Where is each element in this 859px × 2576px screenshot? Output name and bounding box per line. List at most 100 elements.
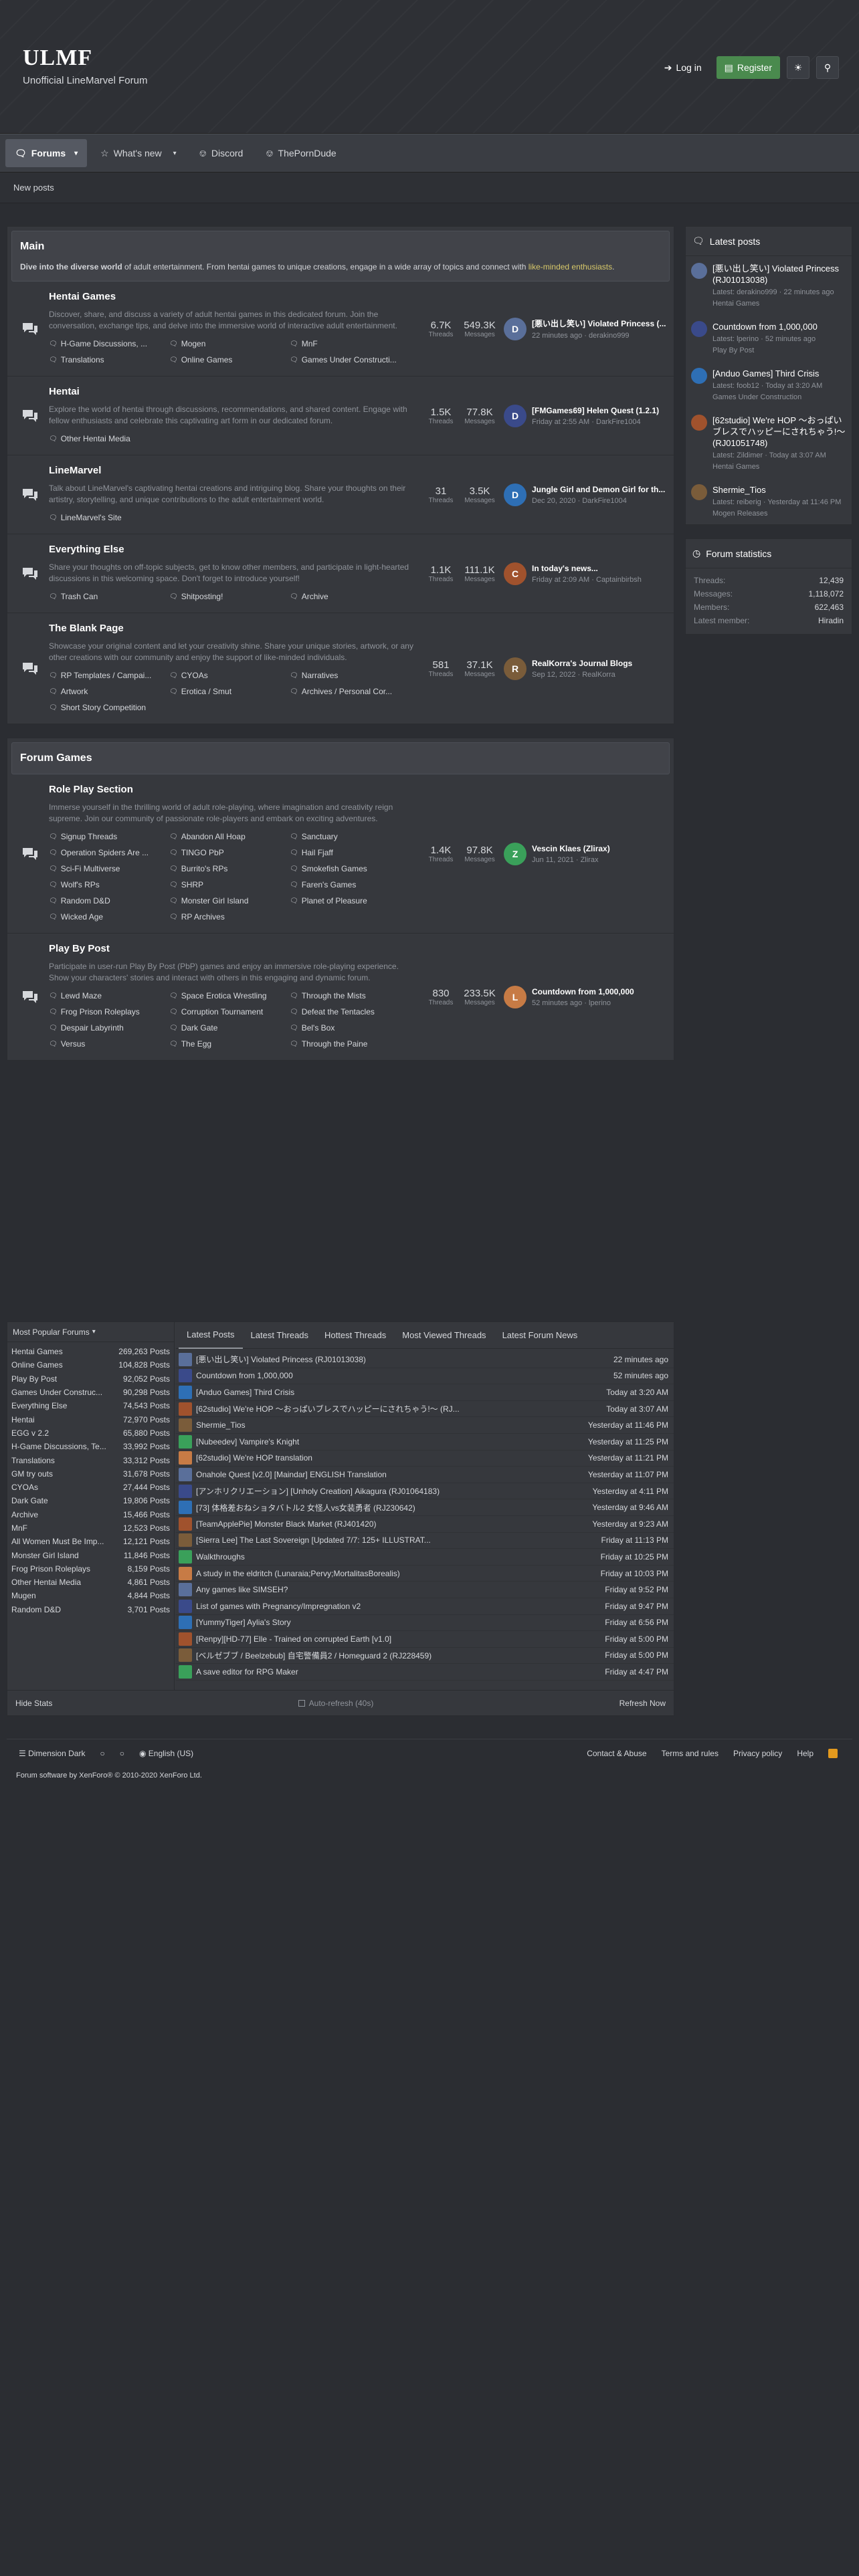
thread-title[interactable]: [73] 体格差おねショタバトル2 女怪人vs女装勇者 (RJ230642) [196, 1502, 575, 1513]
subforum-link[interactable]: 🗨 Short Story Competition [49, 701, 169, 714]
avatar[interactable] [179, 1616, 192, 1630]
forum-title[interactable]: Role Play Section [49, 784, 419, 795]
subforum-link[interactable]: 🗨 Archives / Personal Cor... [290, 685, 410, 698]
last-post-user[interactable]: lperino [589, 999, 611, 1007]
popular-forum-name[interactable]: Translations [11, 1456, 55, 1465]
avatar[interactable] [179, 1583, 192, 1597]
popular-forum-row[interactable]: Games Under Construc... 90,298 Posts [7, 1386, 174, 1399]
avatar[interactable] [179, 1566, 192, 1580]
thread-row[interactable]: [62studio] We're HOP translation Yesterda… [176, 1451, 674, 1467]
category-title[interactable]: Forum Games [20, 752, 661, 764]
subforum-link[interactable]: 🗨 Through the Paine [290, 1037, 410, 1051]
subforum-link[interactable]: 🗨 RP Archives [169, 910, 290, 924]
site-logo[interactable]: ULMF [23, 45, 92, 71]
forum-title[interactable]: Hentai Games [49, 291, 419, 302]
subforum-link[interactable]: 🗨 CYOAs [169, 669, 290, 682]
avatar[interactable] [179, 1434, 192, 1448]
avatar[interactable] [179, 1369, 192, 1383]
popular-forum-name[interactable]: Other Hentai Media [11, 1578, 81, 1587]
subforum-link[interactable]: 🗨 Faren's Games [290, 878, 410, 891]
thread-title[interactable]: Shermie_Tios [196, 1420, 575, 1430]
popular-forum-name[interactable]: H-Game Discussions, Te... [11, 1442, 106, 1451]
subforum-link[interactable]: 🗨 Random D&D [49, 894, 169, 907]
thread-row[interactable]: [Sierra Lee] The Last Sovereign [Updated… [176, 1533, 674, 1549]
avatar[interactable] [691, 415, 707, 431]
last-post-title[interactable]: [FMGames69] Helen Quest (1.2.1) [532, 406, 659, 415]
thread-title[interactable]: Walkthroughs [196, 1552, 575, 1562]
popular-forum-name[interactable]: GM try outs [11, 1469, 53, 1479]
avatar[interactable] [179, 1418, 192, 1432]
subforum-link[interactable]: 🗨 Abandon All Hoap [169, 830, 290, 843]
avatar[interactable] [179, 1467, 192, 1481]
popular-forum-row[interactable]: Hentai 72,970 Posts [7, 1412, 174, 1426]
thread-title[interactable]: Onahole Quest [v2.0] [Maindar] ENGLISH T… [196, 1470, 575, 1479]
subforum-link[interactable]: 🗨 LineMarvel's Site [49, 511, 169, 524]
thread-title[interactable]: [62studio] We're HOP translation [196, 1453, 575, 1463]
popular-forums-dropdown[interactable]: Most Popular Forums ▾ [7, 1322, 174, 1342]
thread-title[interactable]: List of games with Pregnancy/Impregnatio… [196, 1602, 575, 1611]
subforum-link[interactable]: 🗨 Shitposting! [169, 590, 290, 603]
footer-link-blank[interactable]: ○ [120, 1749, 124, 1758]
popular-forum-row[interactable]: Everything Else 74,543 Posts [7, 1399, 174, 1412]
thread-tab[interactable]: Most Viewed Threads [394, 1322, 494, 1349]
thread-title[interactable]: [ベルゼブブ / Beelzebub] 自宅警備員2 / Homeguard 2… [196, 1650, 575, 1661]
language-chooser-link[interactable]: ◉ English (US) [139, 1749, 193, 1758]
last-post-title[interactable]: [悪い出し笑い] Violated Princess (... [532, 318, 666, 329]
popular-forum-row[interactable]: EGG v 2.2 65,880 Posts [7, 1426, 174, 1440]
subforum-link[interactable]: 🗨 Through the Mists [290, 989, 410, 1002]
avatar[interactable] [179, 1402, 192, 1416]
thread-row[interactable]: Countdown from 1,000,000 52 minutes ago [176, 1368, 674, 1385]
thread-title[interactable]: [Sierra Lee] The Last Sovereign [Updated… [196, 1535, 575, 1545]
thread-row[interactable]: Walkthroughs Friday at 10:25 PM [176, 1549, 674, 1566]
style-toggle-button[interactable]: ☀ [787, 56, 809, 79]
last-post-user[interactable]: DarkFire1004 [582, 497, 627, 505]
forum-title[interactable]: Everything Else [49, 544, 419, 555]
subforum-link[interactable]: 🗨 Despair Labyrinth [49, 1021, 169, 1035]
thread-title[interactable]: [悪い出し笑い] Violated Princess (RJ01013038) [196, 1354, 575, 1365]
subforum-link[interactable]: 🗨 Planet of Pleasure [290, 894, 410, 907]
popular-forum-row[interactable]: Hentai Games 269,263 Posts [7, 1345, 174, 1358]
popular-forum-name[interactable]: Hentai [11, 1415, 35, 1424]
thread-row[interactable]: [Nubeedev] Vampire's Knight Yesterday at … [176, 1434, 674, 1451]
last-post-title[interactable]: Countdown from 1,000,000 [532, 987, 634, 996]
tab-whats-new[interactable]: ☆ What's new ▾ [91, 139, 186, 167]
subforum-link[interactable]: 🗨 RP Templates / Campai... [49, 669, 169, 682]
subforum-link[interactable]: 🗨 Narratives [290, 669, 410, 682]
avatar[interactable] [179, 1517, 192, 1531]
avatar[interactable] [179, 1533, 192, 1547]
tab-forums[interactable]: 🗨 Forums ▾ [5, 139, 88, 167]
last-post-user[interactable]: DarkFire1004 [596, 418, 641, 426]
thread-tab[interactable]: Latest Forum News [494, 1322, 586, 1349]
login-button[interactable]: ➔ Log in [656, 56, 710, 79]
forum-title[interactable]: Play By Post [49, 943, 419, 954]
popular-forum-name[interactable]: Mugen [11, 1591, 36, 1600]
popular-forum-name[interactable]: Everything Else [11, 1401, 67, 1410]
thread-row[interactable]: [73] 体格差おねショタバトル2 女怪人vs女装勇者 (RJ230642) Ye… [176, 1499, 674, 1516]
checkbox-icon[interactable] [298, 1699, 305, 1707]
popular-forum-row[interactable]: Mugen 4,844 Posts [7, 1589, 174, 1602]
thread-row[interactable]: [ベルゼブブ / Beelzebub] 自宅警備員2 / Homeguard 2… [176, 1648, 674, 1665]
hide-stats-button[interactable]: Hide Stats [15, 1699, 52, 1708]
avatar[interactable] [691, 368, 707, 384]
popular-forum-name[interactable]: Online Games [11, 1360, 63, 1370]
privacy-link[interactable]: Privacy policy [733, 1749, 782, 1758]
popular-forum-row[interactable]: Frog Prison Roleplays 8,159 Posts [7, 1562, 174, 1576]
last-post-user[interactable]: Captainbirbsh [596, 576, 642, 584]
popular-forum-name[interactable]: Frog Prison Roleplays [11, 1564, 90, 1574]
subforum-link[interactable]: 🗨 MnF [290, 337, 410, 350]
popular-forum-name[interactable]: CYOAs [11, 1483, 38, 1492]
thread-title[interactable]: [62studio] We're HOP 〜おっぱいブレスでハッピーにされちゃう… [196, 1403, 575, 1414]
thread-tab[interactable]: Latest Posts [179, 1322, 243, 1349]
thread-title[interactable]: Countdown from 1,000,000 [196, 1371, 575, 1380]
popular-forum-row[interactable]: GM try outs 31,678 Posts [7, 1467, 174, 1481]
avatar[interactable] [179, 1648, 192, 1662]
thread-row[interactable]: Shermie_Tios Yesterday at 11:46 PM [176, 1417, 674, 1434]
avatar[interactable]: R [504, 657, 527, 680]
style-chooser-link[interactable]: ☰ Dimension Dark [19, 1749, 85, 1758]
latest-post-forum[interactable]: Hentai Games [712, 463, 846, 471]
popular-forum-name[interactable]: Dark Gate [11, 1496, 48, 1505]
popular-forum-row[interactable]: Online Games 104,828 Posts [7, 1358, 174, 1372]
avatar[interactable]: D [504, 317, 527, 340]
help-link[interactable]: Help [797, 1749, 814, 1758]
tab-porndude[interactable]: ⎊ ThePornDude [256, 139, 345, 167]
